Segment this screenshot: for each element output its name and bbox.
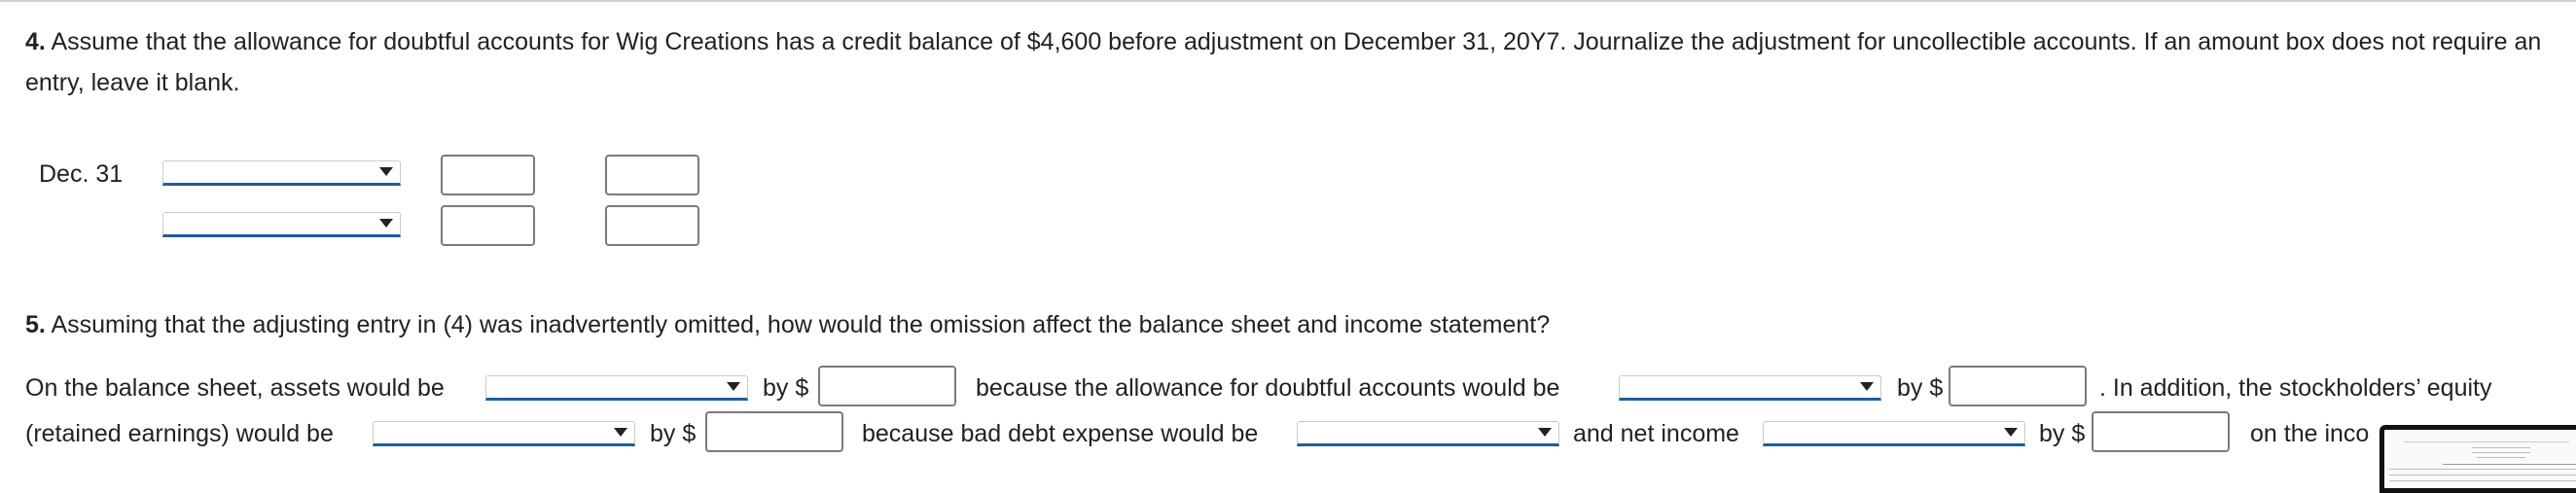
assets-amount-input[interactable] [818,366,956,406]
top-divider [0,0,2576,2]
q5-line2-text-1: (retained earnings) would be [25,420,334,447]
chevron-down-icon [1860,382,1874,391]
q5-line1-text-1: On the balance sheet, assets would be [25,374,445,402]
document-preview-thumbnail[interactable] [2379,425,2576,493]
stockholders-equity-effect-select[interactable] [373,421,635,446]
q5-line2-text-5: by $ [2039,420,2086,447]
q5-line2-text-6: on the inco [2250,420,2370,447]
q5-line1-text-3: because the allowance for doubtful accou… [976,374,1560,402]
journal-date-label: Dec. 31 [39,160,124,188]
question-5-number: 5. [25,311,46,338]
net-income-amount-input[interactable] [2092,411,2230,452]
net-income-effect-select[interactable] [1763,421,2025,446]
journal-debit-input-1[interactable] [441,155,535,195]
chevron-down-icon [614,428,627,437]
q5-line1-text-4: by $ [1897,374,1944,402]
chevron-down-icon [1538,428,1552,437]
q5-line2-text-4: and net income [1573,420,1739,447]
allowance-amount-input[interactable] [1949,366,2087,406]
chevron-down-icon [379,219,393,228]
q5-line2-text-3: because bad debt expense would be [862,420,1259,447]
chevron-down-icon [727,382,740,391]
journal-debit-input-2[interactable] [441,205,535,246]
q5-line1-text-2: by $ [763,374,809,402]
stockholders-equity-amount-input[interactable] [705,411,843,452]
journal-credit-input-1[interactable] [605,155,699,195]
journal-credit-input-2[interactable] [605,205,699,246]
question-5-text: Assuming that the adjusting entry in (4)… [51,311,1551,338]
question-4-number: 4. [25,28,46,55]
question-4-prompt: 4. Assume that the allowance for doubtfu… [25,21,2576,103]
chevron-down-icon [379,167,393,176]
question-4-text: Assume that the allowance for doubtful a… [25,28,2542,96]
chevron-down-icon [2004,428,2018,437]
question-5-prompt: 5. Assuming that the adjusting entry in … [25,304,1550,345]
bad-debt-expense-effect-select[interactable] [1297,421,1559,446]
journal-account-select-2[interactable] [162,212,401,237]
q5-line2-text-2: by $ [650,420,697,447]
allowance-effect-select[interactable] [1619,375,1881,401]
assets-effect-select[interactable] [485,375,748,401]
journal-account-select-1[interactable] [162,160,401,186]
q5-line1-text-5: . In addition, the stockholders’ equity [2099,374,2492,402]
